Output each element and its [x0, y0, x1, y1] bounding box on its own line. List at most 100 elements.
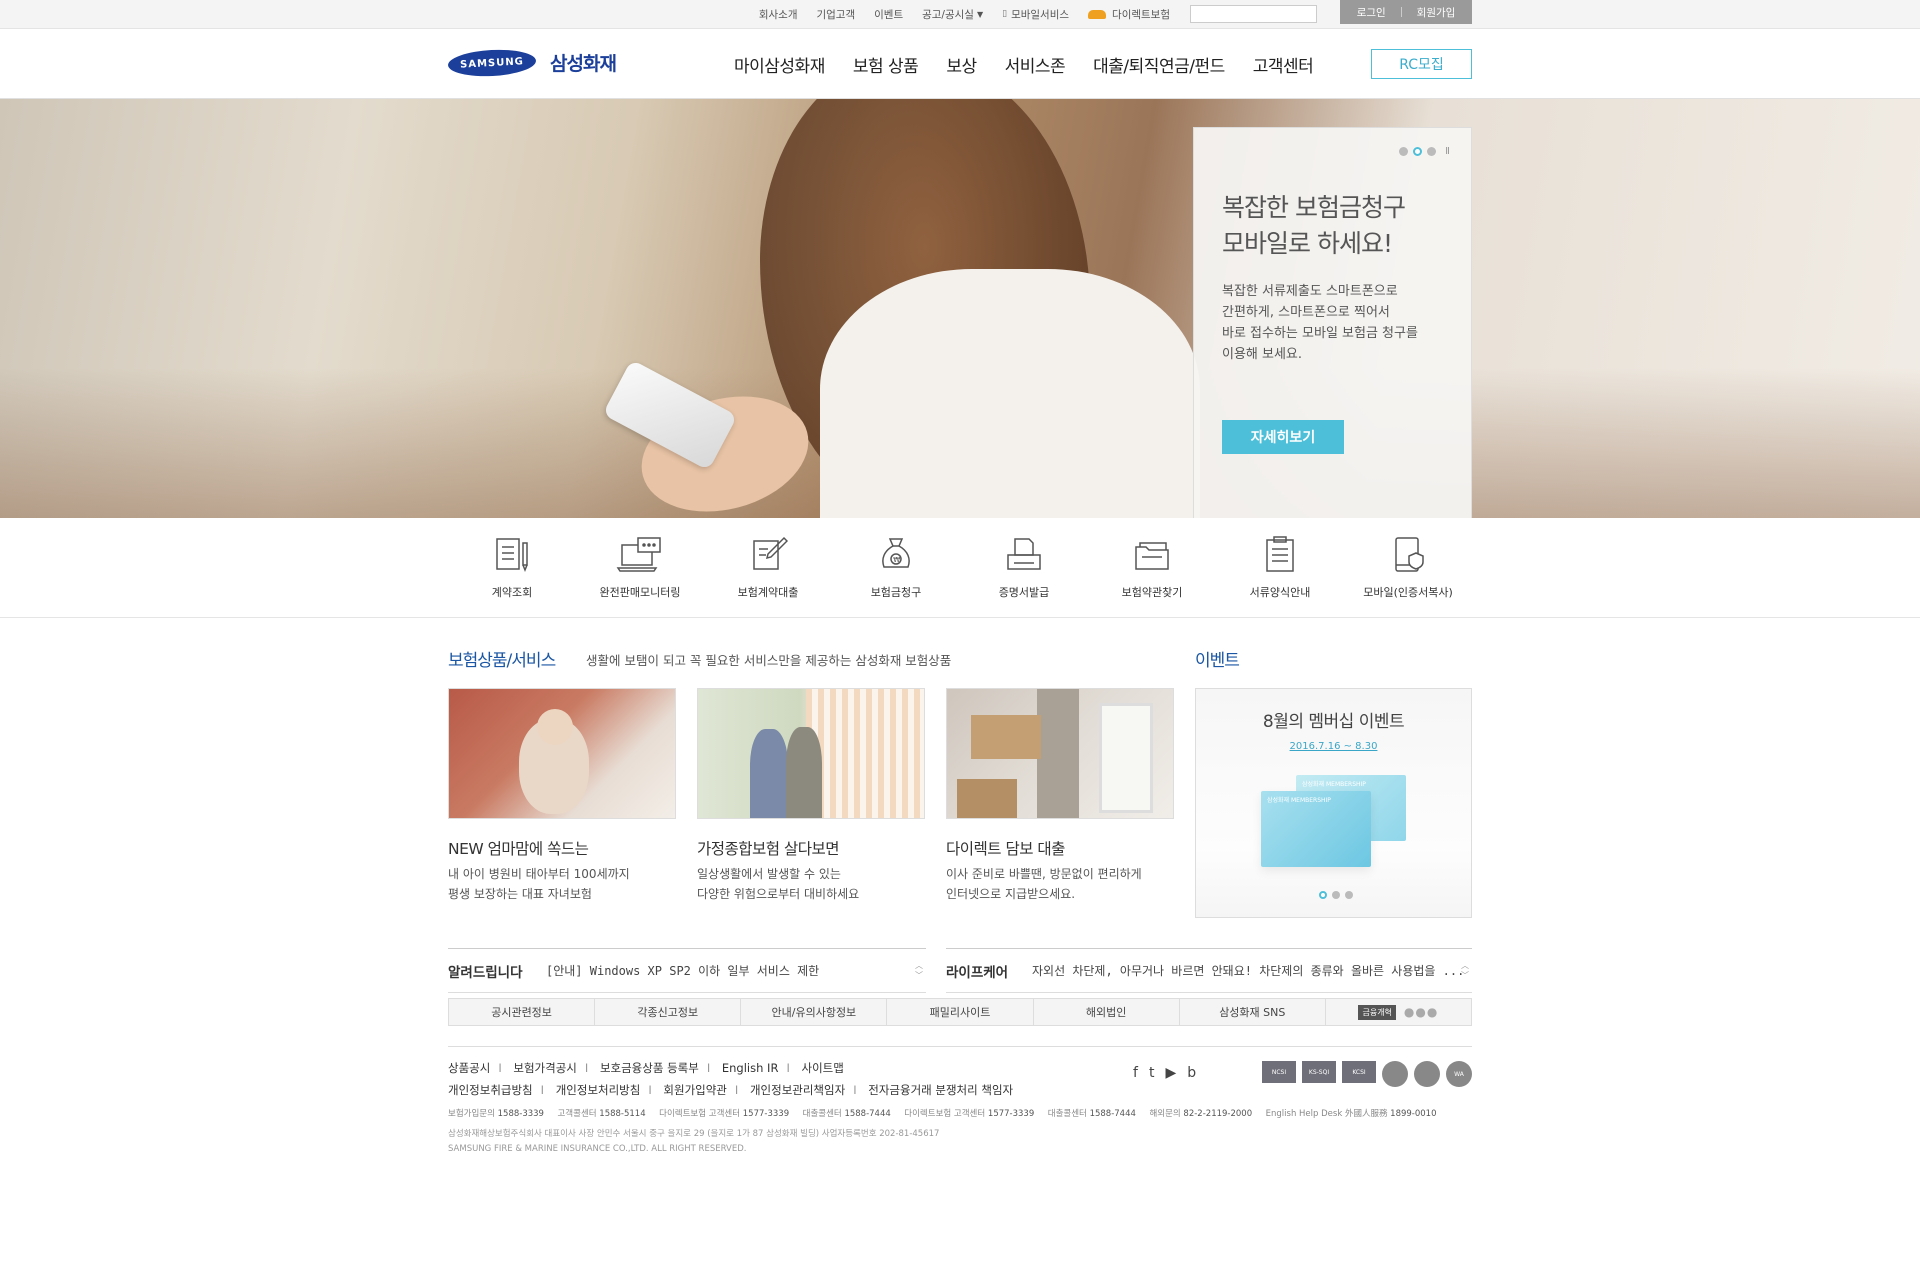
nav-service-zone[interactable]: 서비스존 — [1005, 52, 1066, 77]
rc-recruit-button[interactable]: RC모집 — [1371, 49, 1472, 79]
footer-link[interactable]: 상품공시 — [448, 1061, 490, 1075]
chevron-down-icon[interactable]: ﹀ — [1461, 971, 1469, 981]
tab-financial-reform[interactable]: 금융개혁 ●●● — [1326, 999, 1471, 1025]
util-link-notice-label: 공고/공시실 — [922, 8, 974, 21]
contact-number: 1588-7444 — [1089, 1109, 1136, 1119]
footer-link[interactable]: 개인정보처리방침 — [556, 1083, 641, 1097]
hero-desc-line3: 바로 접수하는 모바일 보험금 청구를 — [1222, 326, 1418, 341]
window-shape — [1099, 703, 1153, 813]
product-image-couple — [697, 688, 925, 819]
copyright: SAMSUNG FIRE & MARINE INSURANCE CO.,LTD.… — [448, 1144, 747, 1154]
event-title[interactable]: 이벤트 — [1195, 646, 1240, 671]
footer-link[interactable]: 개인정보취급방침 — [448, 1083, 533, 1097]
contact-label: 해외문의 — [1149, 1109, 1181, 1119]
chevron-up-icon[interactable]: ︿ — [1461, 961, 1469, 971]
footer-link[interactable]: 회원가입약관 — [663, 1083, 726, 1097]
hero-banner: II 복잡한 보험금청구 모바일로 하세요! 복잡한 서류제출도 스마트폰으로 … — [0, 99, 1920, 518]
hero-detail-button[interactable]: 자세히보기 — [1222, 420, 1344, 454]
samsung-logo-mark: SAMSUNG — [447, 47, 537, 78]
product-desc-line: 다양한 위험으로부터 대비하세요 — [697, 886, 860, 901]
tab-sns[interactable]: 삼성화재 SNS — [1180, 999, 1326, 1025]
laptop-chat-icon — [616, 537, 661, 572]
product-card-desc: 이사 준비로 바쁠땐, 방문없이 편리하게 인터넷으로 지급받으세요. — [946, 865, 1174, 904]
footer-contacts: 보험가입문의 1588-3339 고객콜센터 1588-5114 다이렉트보험 … — [448, 1107, 1437, 1119]
footer-link[interactable]: 전자금융거래 분쟁처리 책임자 — [868, 1083, 1013, 1097]
pause-icon[interactable]: II — [1445, 146, 1450, 157]
product-card-home[interactable]: 가정종합보험 살다보면 일상생활에서 발생할 수 있는 다양한 위험으로부터 대비… — [697, 688, 925, 904]
footer-link[interactable]: 개인정보관리책임자 — [750, 1083, 845, 1097]
login-button[interactable]: 로그인 — [1342, 5, 1401, 20]
products-title[interactable]: 보험상품/서비스 — [448, 646, 556, 671]
footer-link[interactable]: 보험가격공시 — [513, 1061, 576, 1075]
tab-report-info[interactable]: 각종신고정보 — [595, 999, 742, 1025]
product-image-baby — [448, 688, 676, 819]
nav-compensation[interactable]: 보상 — [946, 52, 977, 77]
contact-label: English Help Desk 外國人服務 — [1265, 1109, 1388, 1119]
notice-text[interactable]: [안내] Windows XP SP2 이하 일부 서비스 제한 — [546, 962, 926, 979]
chevron-up-icon[interactable]: ︿ — [915, 961, 923, 971]
lifecare-title: 라이프케어 — [946, 964, 1009, 981]
join-button[interactable]: 회원가입 — [1402, 5, 1471, 20]
company-address: 삼성화재해상보험주식회사 대표이사 사장 안민수 서울시 중구 을지로 29 (… — [448, 1129, 940, 1139]
event-dot-1[interactable] — [1319, 891, 1327, 899]
quick-certificate[interactable]: 증명서발급 — [960, 518, 1088, 618]
more-icon[interactable]: ●●● — [1404, 1005, 1438, 1019]
tab-overseas[interactable]: 해외법인 — [1034, 999, 1180, 1025]
notice-box: 알려드립니다 [안내] Windows XP SP2 이하 일부 서비스 제한 … — [448, 948, 926, 993]
quick-sales-monitoring[interactable]: 완전판매모니터링 — [576, 518, 704, 618]
tab-disclosure[interactable]: 공시관련정보 — [449, 999, 596, 1025]
chevron-down-icon[interactable]: ﹀ — [915, 971, 923, 981]
folder-icon — [1135, 542, 1169, 570]
nav-customer-center[interactable]: 고객센터 — [1253, 52, 1314, 77]
nav-insurance-products[interactable]: 보험 상품 — [853, 52, 919, 77]
quick-mobile-cert[interactable]: 모바일(인증서복사) — [1344, 518, 1472, 618]
kssqi-badge-icon: KS-SQI — [1302, 1061, 1336, 1083]
footer-link[interactable]: English IR — [722, 1061, 779, 1075]
financial-reform-logo: 금융개혁 — [1358, 1004, 1396, 1020]
quick-contract-inquiry[interactable]: 계약조회 — [448, 518, 576, 618]
membership-card-label: 삼성화재 MEMBERSHIP — [1302, 781, 1366, 788]
quick-claim[interactable]: ₩ 보험금청구 — [832, 518, 960, 618]
product-card-title: NEW 엄마맘에 쏙드는 — [448, 840, 589, 858]
facebook-icon[interactable]: f — [1133, 1065, 1138, 1081]
nav-loan-pension-fund[interactable]: 대출/퇴직연금/펀드 — [1093, 52, 1225, 77]
product-desc-line: 내 아이 병원비 태아부터 100세까지 — [448, 867, 630, 881]
util-link-mobile[interactable]: ▯ 모바일서비스 — [1002, 7, 1069, 22]
caret-down-icon: ▼ — [976, 9, 984, 19]
blog-icon[interactable]: b — [1187, 1065, 1196, 1081]
util-link-direct[interactable]: 다이렉트보험 — [1088, 7, 1170, 22]
contact-number: 1577-3339 — [742, 1109, 790, 1119]
slide-dot-3[interactable] — [1427, 147, 1437, 156]
twitter-icon[interactable]: t — [1149, 1065, 1155, 1081]
event-name: 8월의 멤버십 이벤트 — [1262, 712, 1405, 732]
nav-my-samsung[interactable]: 마이삼성화재 — [734, 52, 825, 77]
youtube-icon[interactable]: ▶ — [1165, 1065, 1176, 1081]
event-dot-3[interactable] — [1345, 891, 1353, 899]
quick-label: 서류양식안내 — [1249, 586, 1311, 599]
footer-divider: I — [540, 1083, 545, 1097]
tab-guide-caution[interactable]: 안내/유의사항정보 — [741, 999, 888, 1025]
footer-link[interactable]: 사이트맵 — [802, 1061, 844, 1075]
footer-link[interactable]: 보호금융상품 등록부 — [600, 1061, 699, 1075]
quick-policy-loan[interactable]: 보험계약대출 — [704, 518, 832, 618]
util-link-event[interactable]: 이벤트 — [874, 7, 903, 22]
event-dot-2[interactable] — [1332, 891, 1340, 899]
hero-title: 복잡한 보험금청구 모바일로 하세요! — [1222, 190, 1406, 262]
event-banner[interactable]: 8월의 멤버십 이벤트 2016.7.16 ~ 8.30 삼성화재 MEMBER… — [1195, 688, 1472, 918]
slide-dot-1[interactable] — [1399, 147, 1409, 156]
logo[interactable]: SAMSUNG 삼성화재 — [447, 47, 617, 78]
lifecare-text[interactable]: 자외선 차단제, 아무거나 바르면 안돼요! 차단제의 종류와 올바른 사용법을… — [1032, 962, 1472, 979]
util-link-company[interactable]: 회사소개 — [759, 7, 798, 22]
product-card-desc: 일상생활에서 발생할 수 있는 다양한 위험으로부터 대비하세요 — [697, 865, 925, 904]
contact-number: 1899-0010 — [1390, 1109, 1437, 1119]
util-link-notice[interactable]: 공고/공시실 ▼ — [922, 7, 983, 22]
quick-terms[interactable]: 보험약관찾기 — [1088, 518, 1216, 618]
search-input[interactable] — [1190, 5, 1317, 23]
product-card-child[interactable]: NEW 엄마맘에 쏙드는 내 아이 병원비 태아부터 100세까지 평생 보장하는… — [448, 688, 676, 904]
seal-badge-icon — [1382, 1061, 1408, 1087]
slide-dot-2[interactable] — [1413, 147, 1423, 156]
util-link-corporate[interactable]: 기업고객 — [816, 7, 855, 22]
tab-family-site[interactable]: 패밀리사이트 — [887, 999, 1034, 1025]
product-card-loan[interactable]: 다이렉트 담보 대출 이사 준비로 바쁠땐, 방문없이 편리하게 인터넷으로 지급… — [946, 688, 1174, 904]
quick-document-forms[interactable]: 서류양식안내 — [1216, 518, 1344, 618]
